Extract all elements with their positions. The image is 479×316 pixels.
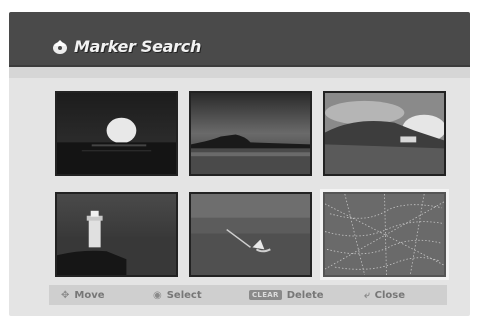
- marker-thumbnail-3[interactable]: [323, 91, 446, 176]
- hint-close-label: Close: [374, 289, 405, 301]
- hint-delete-label: Delete: [286, 289, 324, 301]
- hint-move: ✥ Move: [61, 290, 105, 301]
- hint-close: ⤶ Close: [364, 290, 405, 301]
- return-icon: ⤶: [364, 289, 370, 301]
- marker-thumbnail-6[interactable]: [320, 189, 449, 280]
- enter-button-icon: ◉: [153, 289, 162, 301]
- hint-delete: CLEAR Delete: [249, 290, 324, 301]
- osd-screen: Marker Search ✥ Move ◉ Select CLEAR Dele…: [9, 12, 470, 316]
- hint-select-label: Select: [166, 289, 202, 301]
- header-divider: [9, 67, 470, 78]
- page-title: Marker Search: [74, 37, 202, 56]
- title-bar: Marker Search: [9, 12, 470, 67]
- marker-thumbnail-1[interactable]: [55, 91, 178, 176]
- hint-move-label: Move: [74, 289, 105, 301]
- key-hint-bar: ✥ Move ◉ Select CLEAR Delete ⤶ Close: [49, 285, 447, 305]
- marker-thumbnail-4[interactable]: [55, 192, 178, 277]
- marker-thumbnail-5[interactable]: [189, 192, 312, 277]
- marker-thumbnail-2[interactable]: [189, 91, 312, 176]
- hint-select: ◉ Select: [153, 290, 202, 301]
- disc-icon: [53, 40, 67, 54]
- clear-key-icon: CLEAR: [249, 290, 282, 300]
- arrow-keys-icon: ✥: [61, 289, 70, 301]
